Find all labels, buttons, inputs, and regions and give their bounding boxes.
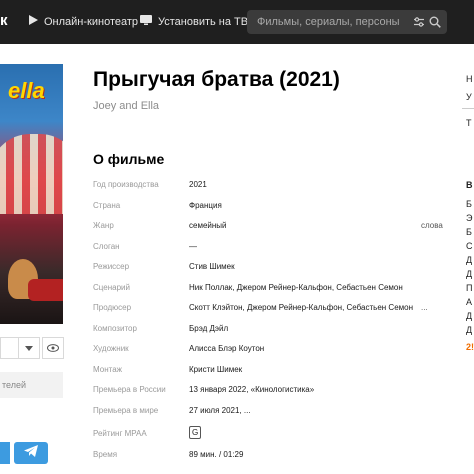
mpaa-rating-badge[interactable]: G	[189, 426, 202, 439]
info-row-slogan: Слоган —	[93, 242, 438, 258]
info-row-writer: Сценарий Ник Поллак, Джером Рейнер-Кальф…	[93, 283, 438, 299]
info-value[interactable]: Скотт Клэйтон, Джером Рейнер-Кальфон, Се…	[189, 303, 413, 312]
poster-circus-tent	[0, 134, 63, 214]
info-label: Страна	[93, 201, 121, 210]
right-top-text: Т	[466, 118, 472, 128]
chevron-down-icon[interactable]	[18, 337, 40, 359]
info-row-editor: Монтаж Кристи Шимек	[93, 365, 438, 381]
info-row-country: Страна Франция	[93, 201, 438, 217]
film-title: Прыгучая братва (2021)	[93, 68, 340, 91]
nav-install-tv-label: Установить на ТВ	[158, 15, 249, 28]
info-label: Рейтинг MPAA	[93, 429, 147, 438]
info-label: Премьера в мире	[93, 406, 159, 415]
info-row-premiere-russia: Премьера в России 13 января 2022, «Кинол…	[93, 385, 438, 401]
cast-link[interactable]: Б	[466, 199, 472, 209]
info-label: Композитор	[93, 324, 137, 333]
info-label: Премьера в России	[93, 385, 166, 394]
poster-car-shape	[28, 279, 63, 301]
cast-link[interactable]: С	[466, 241, 473, 251]
info-label: Продюсер	[93, 303, 132, 312]
cast-link[interactable]: Д	[466, 325, 472, 335]
share-button-partial[interactable]	[0, 442, 10, 464]
cast-link[interactable]: А	[466, 297, 472, 307]
original-title: Joey and Ella	[93, 100, 160, 112]
info-row-producer: Продюсер Скотт Клэйтон, Джером Рейнер-Ка…	[93, 303, 438, 319]
search-icon[interactable]	[429, 15, 441, 33]
info-label: Время	[93, 450, 118, 459]
logo[interactable]: к	[0, 12, 8, 29]
nav-online-cinema-label: Онлайн-кинотеатр	[44, 15, 139, 28]
info-row-year: Год производства 2021	[93, 180, 438, 196]
cast-link[interactable]: П	[466, 283, 472, 293]
viewers-box[interactable]: телей	[0, 372, 63, 398]
nav-online-cinema[interactable]: Онлайн-кинотеатр	[28, 15, 138, 28]
info-label: Жанр	[93, 221, 114, 230]
more-link[interactable]: ...	[421, 303, 428, 312]
info-label: Сценарий	[93, 283, 130, 292]
info-value[interactable]: Ник Поллак, Джером Рейнер-Кальфон, Себас…	[189, 283, 403, 292]
search-bar	[247, 10, 447, 34]
nav-install-tv[interactable]: Установить на ТВ	[140, 15, 248, 28]
watched-button[interactable]	[42, 337, 64, 359]
info-value[interactable]: 13 января 2022, «Кинологистика»	[189, 385, 314, 394]
tv-icon	[140, 15, 152, 28]
right-column-heading: В	[466, 180, 473, 190]
info-label: Слоган	[93, 242, 120, 251]
play-icon	[28, 15, 38, 28]
cast-link[interactable]: Д	[466, 255, 472, 265]
keywords-link[interactable]: слова	[421, 221, 443, 230]
info-label: Режиссер	[93, 262, 130, 271]
cast-link[interactable]: Д	[466, 269, 472, 279]
info-row-premiere-world: Премьера в мире 27 июля 2021, ...	[93, 406, 438, 422]
info-value[interactable]: семейный	[189, 221, 227, 230]
info-value[interactable]: Кристи Шимек	[189, 365, 242, 374]
info-value[interactable]: 2021	[189, 180, 207, 189]
cast-link[interactable]: Э	[466, 213, 472, 223]
info-row-composer: Композитор Брэд Дэйл	[93, 324, 438, 340]
info-row-genre: Жанр семейный слова	[93, 221, 443, 237]
right-top-text: У	[466, 92, 472, 102]
right-top-text: Н	[466, 74, 473, 84]
about-film-heading: О фильме	[93, 151, 165, 167]
info-row-artist: Художник Алисса Блэр Коутон	[93, 344, 438, 360]
info-value[interactable]: Стив Шимек	[189, 262, 235, 271]
info-row-runtime: Время 89 мин. / 01:29	[93, 450, 438, 466]
poster-title-art: ella	[8, 78, 45, 103]
telegram-icon	[24, 444, 38, 462]
right-divider	[462, 108, 474, 109]
info-value: 89 мин. / 01:29	[189, 450, 244, 459]
eye-icon	[47, 339, 59, 357]
cast-count-link[interactable]: 2!	[466, 342, 474, 352]
top-navigation-bar: к Онлайн-кинотеатр Установить на ТВ	[0, 0, 474, 44]
info-label: Год производства	[93, 180, 159, 189]
search-input[interactable]	[257, 10, 407, 34]
info-row-mpaa: Рейтинг MPAA G	[93, 426, 438, 445]
info-value[interactable]: Алисса Блэр Коутон	[189, 344, 264, 353]
viewers-text: телей	[2, 380, 27, 390]
info-value[interactable]: Франция	[189, 201, 222, 210]
info-value[interactable]: Брэд Дэйл	[189, 324, 228, 333]
cast-link[interactable]: Б	[466, 227, 472, 237]
filter-icon[interactable]	[413, 15, 425, 33]
film-poster[interactable]: ella	[0, 64, 63, 324]
info-value: —	[189, 242, 197, 251]
info-label: Художник	[93, 344, 129, 353]
info-value[interactable]: 27 июля 2021, ...	[189, 406, 251, 415]
info-label: Монтаж	[93, 365, 122, 374]
telegram-share-button[interactable]	[14, 442, 48, 464]
info-row-director: Режиссер Стив Шимек	[93, 262, 438, 278]
cast-link[interactable]: Д	[466, 311, 472, 321]
